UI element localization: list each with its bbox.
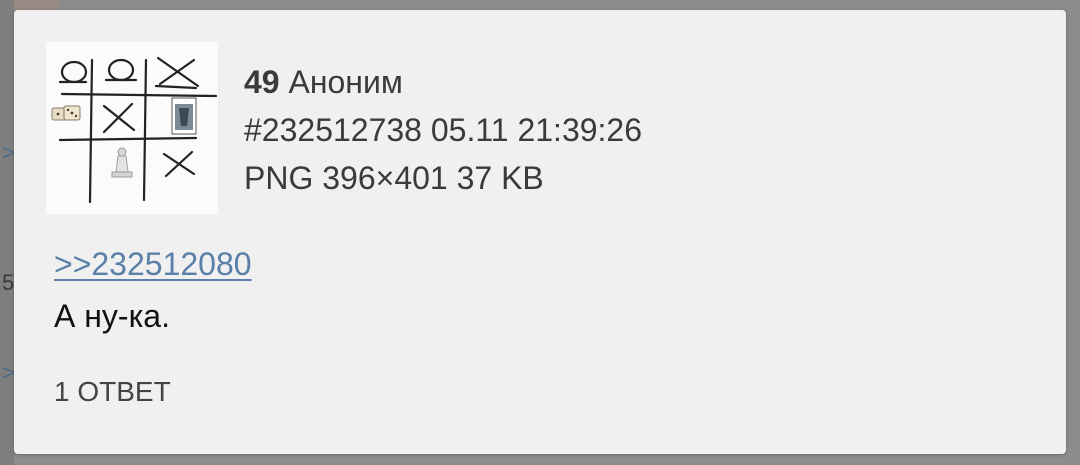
post-preview-card: 49 Аноним #232512738 05.11 21:39:26 PNG … [14, 10, 1066, 454]
playing-card-icon [171, 97, 197, 135]
file-format: PNG [244, 160, 314, 196]
post-number: 49 [244, 64, 280, 100]
dice-icon [51, 105, 81, 121]
post-meta: 49 Аноним #232512738 05.11 21:39:26 PNG … [244, 58, 642, 202]
post-date: 05.11 [430, 112, 509, 148]
background-link-fragment: > [2, 360, 15, 385]
chess-pawn-icon [111, 147, 133, 178]
file-size: 37 KB [456, 160, 544, 196]
replies-button[interactable]: 1 ОТВЕТ [54, 376, 171, 408]
post-thumbnail[interactable] [46, 42, 218, 214]
file-dimensions: 396×401 [322, 160, 448, 196]
tictactoe-thumbnail-icon [51, 56, 218, 204]
post-time: 21:39:26 [517, 112, 643, 148]
post-id-row: #232512738 05.11 21:39:26 [244, 106, 642, 154]
background-text-fragment: 5 [2, 270, 15, 295]
background-left-strip: > 5 > [0, 0, 15, 465]
reply-link[interactable]: >>232512080 [54, 246, 252, 283]
file-info-row: PNG 396×401 37 KB [244, 154, 642, 202]
post-header-row: 49 Аноним [244, 58, 642, 106]
background-link-fragment: > [2, 140, 15, 165]
post-author: Аноним [288, 64, 403, 100]
post-id[interactable]: #232512738 [244, 112, 422, 148]
post-comment: А ну-ка. [54, 298, 170, 334]
